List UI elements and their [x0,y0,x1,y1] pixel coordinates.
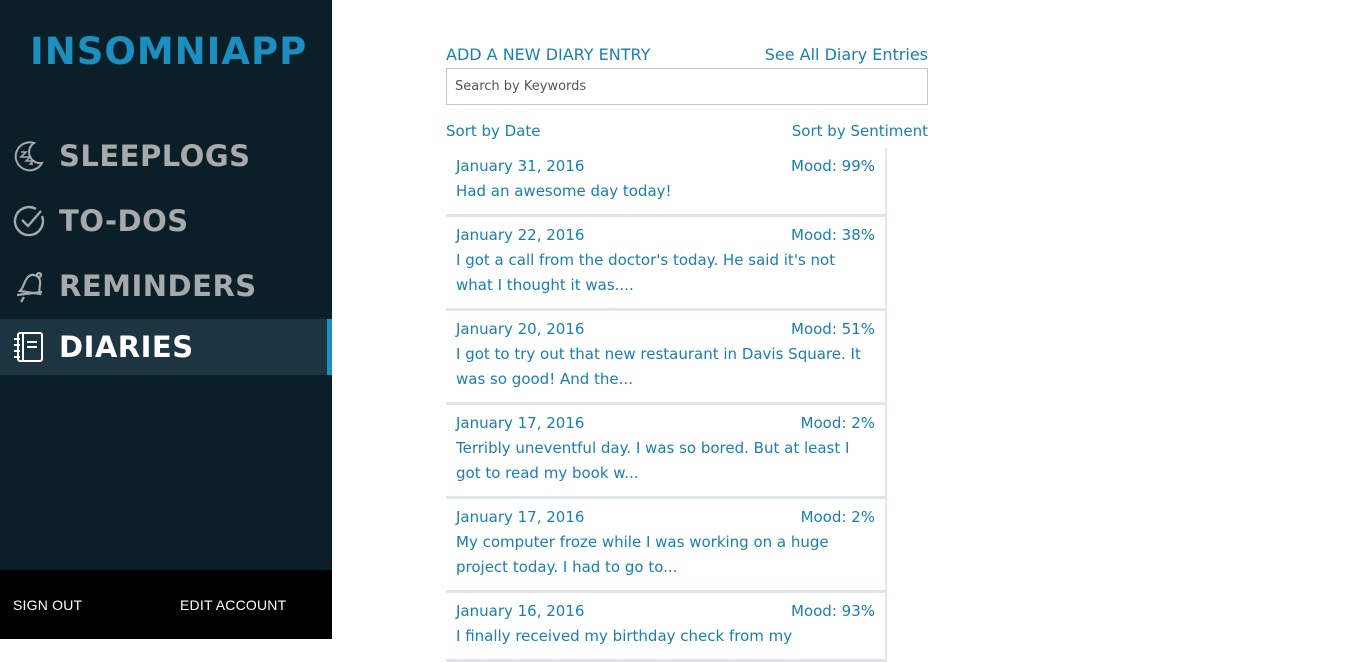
sign-out-link[interactable]: SIGN OUT [13,597,82,613]
sidebar-item-diaries[interactable]: DIARIES [0,319,332,375]
entry-text: Terribly uneventful day. I was so bored.… [456,439,850,482]
diary-entry[interactable]: January 22, 2016 Mood: 38% I got a call … [446,217,887,311]
entry-date: January 17, 2016 [456,508,585,526]
entry-text: My computer froze while I was working on… [456,533,829,576]
entry-mood: Mood: 51% [791,320,875,338]
check-circle-icon [12,204,46,238]
entry-mood: Mood: 2% [800,414,875,432]
entry-text: I got a call from the doctor's today. He… [456,251,836,294]
diary-entry[interactable]: January 17, 2016 Mood: 2% Terribly uneve… [446,405,887,499]
moon-zzz-icon [12,139,46,173]
entry-date: January 31, 2016 [456,157,585,175]
sort-bar: Sort by Date Sort by Sentiment [446,122,928,140]
diary-header: ADD A NEW DIARY ENTRY See All Diary Entr… [446,45,928,64]
sidebar-item-sleeplogs[interactable]: SLEEPLOGS [0,128,332,184]
search-input[interactable] [446,68,928,105]
entry-date: January 17, 2016 [456,414,585,432]
entry-text: Had an awesome day today! [456,182,672,200]
sidebar-item-todos[interactable]: TO-DOS [0,193,332,249]
entry-mood: Mood: 2% [800,508,875,526]
entry-mood: Mood: 38% [791,226,875,244]
entry-mood: Mood: 93% [791,602,875,620]
diary-entry-list: January 31, 2016 Mood: 99% Had an awesom… [446,148,887,662]
edit-account-link[interactable]: EDIT ACCOUNT [180,597,286,613]
sidebar-item-label: DIARIES [59,330,194,364]
diary-entry[interactable]: January 16, 2016 Mood: 93% I finally rec… [446,593,887,662]
add-diary-entry-link[interactable]: ADD A NEW DIARY ENTRY [446,45,650,64]
notebook-icon [12,330,46,364]
sidebar-item-label: SLEEPLOGS [59,139,251,173]
entry-date: January 20, 2016 [456,320,585,338]
sidebar-item-label: REMINDERS [59,269,257,303]
sidebar-footer: SIGN OUT EDIT ACCOUNT [0,570,332,639]
app-logo[interactable]: INSOMNIAPP [30,30,307,73]
sort-by-sentiment-link[interactable]: Sort by Sentiment [792,122,928,140]
entry-date: January 16, 2016 [456,602,585,620]
sidebar-item-reminders[interactable]: REMINDERS [0,258,332,314]
diary-entry[interactable]: January 17, 2016 Mood: 2% My computer fr… [446,499,887,593]
entry-text: I got to try out that new restaurant in … [456,345,861,388]
entry-text: I finally received my birthday check fro… [456,627,793,645]
see-all-entries-link[interactable]: See All Diary Entries [765,45,928,64]
sidebar: INSOMNIAPP SLEEPLOGS TO-DOS REMINDERS DI… [0,0,332,639]
entry-mood: Mood: 99% [791,157,875,175]
bell-icon [12,269,46,303]
diary-entry[interactable]: January 31, 2016 Mood: 99% Had an awesom… [446,148,887,217]
sort-by-date-link[interactable]: Sort by Date [446,122,541,140]
sidebar-item-label: TO-DOS [59,204,189,238]
entry-date: January 22, 2016 [456,226,585,244]
diary-entry[interactable]: January 20, 2016 Mood: 51% I got to try … [446,311,887,405]
